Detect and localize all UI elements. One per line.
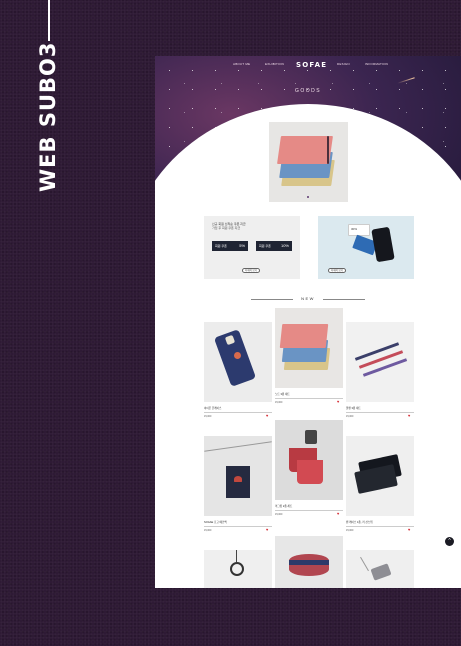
- top-nav: ABOUT ME EXHIBITION SOFAE DESIGN INFORMA…: [155, 61, 461, 71]
- hero-title: GOODS: [294, 88, 322, 94]
- nav-item-design[interactable]: DESIGN: [337, 62, 350, 66]
- product-price: 15,000: [275, 513, 283, 516]
- product-image[interactable]: [346, 322, 414, 402]
- product-card[interactable]: SOGAE 로고 에코백 15,000 ♥: [204, 436, 272, 536]
- featured-product-image[interactable]: [269, 122, 348, 202]
- coupon-card[interactable]: 회원 쿠폰 10%: [256, 241, 292, 251]
- nav-item-about[interactable]: ABOUT ME: [233, 62, 250, 66]
- product-image[interactable]: [275, 536, 343, 588]
- product-price: 15,000: [204, 415, 212, 418]
- product-name[interactable]: 펜 케이스 1종, 키 선스위: [346, 520, 373, 524]
- product-card[interactable]: 펜 케이스 1종, 키 선스위 15,000 ♥: [346, 436, 414, 536]
- product-name[interactable]: SOGAE 로고 에코백: [204, 520, 227, 524]
- heart-icon[interactable]: ♥: [408, 528, 410, 532]
- nav-item-information[interactable]: INFORMATION: [365, 62, 388, 66]
- site-logo[interactable]: SOFAE: [296, 61, 327, 69]
- event-more-button[interactable]: 자세히 보기: [328, 268, 346, 273]
- product-price: 15,000: [346, 415, 354, 418]
- decorative-rule: [48, 0, 50, 41]
- heart-icon[interactable]: ♥: [337, 400, 339, 404]
- product-card[interactable]: [346, 550, 414, 588]
- product-name[interactable]: 아이폰 폰케이스: [204, 406, 221, 410]
- product-image[interactable]: [346, 436, 414, 516]
- coupon-banner[interactable]: 신규 회원 선착순 쿠폰 지급 가입 후 회원 쿠폰 지급 회원 쿠폰 5% 회…: [204, 216, 300, 279]
- coupon-label: 회원 쿠폰: [259, 244, 271, 248]
- product-card[interactable]: [275, 536, 343, 588]
- scroll-top-icon[interactable]: ^: [445, 537, 454, 546]
- product-name[interactable]: 머그컵 2종 세트: [275, 504, 292, 508]
- product-image[interactable]: [204, 550, 272, 588]
- divider: [323, 299, 365, 300]
- product-image[interactable]: [204, 322, 272, 402]
- nav-item-exhibition[interactable]: EXHIBITION: [265, 62, 284, 66]
- new-section-title: NEW: [301, 296, 315, 301]
- coupon-more-button[interactable]: 자세히 보기: [242, 268, 260, 273]
- product-image[interactable]: [346, 550, 414, 588]
- coupon-card[interactable]: 회원 쿠폰 5%: [212, 241, 248, 251]
- product-price: 15,000: [275, 401, 283, 404]
- product-card[interactable]: [204, 550, 272, 588]
- product-card[interactable]: 머그컵 2종 세트 15,000 ♥: [275, 420, 343, 520]
- heart-icon[interactable]: ♥: [266, 414, 268, 418]
- event-card: 30%: [348, 224, 370, 236]
- new-section-header: NEW: [155, 296, 461, 302]
- coupon-banner-subtitle: 가입 후 회원 쿠폰 지급: [212, 226, 241, 230]
- product-price: 15,000: [346, 529, 354, 532]
- coupon-value: 10%: [280, 243, 289, 248]
- product-name[interactable]: 노트 3종 세트: [275, 392, 290, 396]
- heart-icon[interactable]: ♥: [408, 414, 410, 418]
- website-mockup: ABOUT ME EXHIBITION SOFAE DESIGN INFORMA…: [155, 56, 461, 588]
- heart-icon[interactable]: ♥: [337, 512, 339, 516]
- product-image[interactable]: [275, 420, 343, 500]
- carousel-dot[interactable]: [307, 196, 309, 198]
- heart-icon[interactable]: ♥: [266, 528, 268, 532]
- product-card[interactable]: 노트 3종 세트 15,000 ♥: [275, 308, 343, 408]
- side-title: WEB SUBO3: [36, 41, 60, 192]
- product-card[interactable]: 아이폰 폰케이스 15,000 ♥: [204, 322, 272, 422]
- product-price: 15,000: [204, 529, 212, 532]
- product-card[interactable]: 볼펜 3종 세트 15,000 ♥: [346, 322, 414, 422]
- coupon-label: 회원 쿠폰: [215, 244, 227, 248]
- product-image[interactable]: [275, 308, 343, 388]
- phone-graphic: [371, 226, 395, 263]
- product-image[interactable]: [204, 436, 272, 516]
- product-name[interactable]: 볼펜 3종 세트: [346, 406, 361, 410]
- event-banner[interactable]: 30% 자세히 보기: [318, 216, 414, 279]
- coupon-value: 5%: [239, 243, 245, 248]
